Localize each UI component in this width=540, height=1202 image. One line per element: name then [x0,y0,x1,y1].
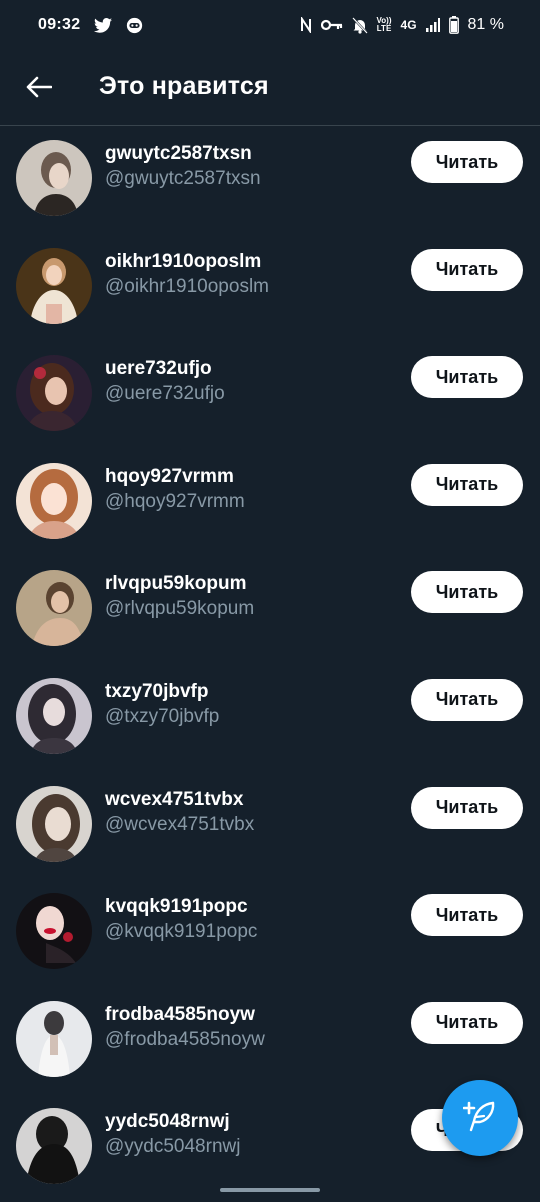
follow-button[interactable]: Читать [411,248,523,291]
user-handle: @uere732ufjo [105,383,225,405]
user-row[interactable]: rlvqpu59kopum @rlvqpu59kopum Читать [0,556,540,664]
user-handle: @kvqqk9191popc [105,921,258,943]
follow-button[interactable]: Читать [411,894,523,937]
follow-button[interactable]: Читать [411,571,523,614]
avatar[interactable] [16,1000,92,1077]
bell-off-icon [351,16,368,34]
avatar[interactable] [16,893,92,970]
display-name: hqoy927vrmm [105,465,234,487]
avatar[interactable] [16,247,92,324]
user-handle: @yydc5048rnwj [105,1136,241,1158]
arrow-left-icon [26,76,53,103]
display-name: kvqqk9191popc [105,896,248,918]
avatar[interactable] [16,462,92,539]
battery-percent: 81 % [467,16,504,33]
user-row[interactable]: frodba4585noyw @frodba4585noyw Читать [0,987,540,1095]
follow-button[interactable]: Читать [411,1001,523,1044]
compose-feather-icon [462,1099,497,1138]
liked-by-list: gwuytc2587txsn @gwuytc2587txsn Читать oi… [0,126,540,1202]
follow-button[interactable]: Читать [411,463,523,506]
user-handle: @hqoy927vrmm [105,490,245,512]
status-time: 09:32 [38,16,81,33]
network-type: 4G [400,18,417,32]
user-row[interactable]: txzy70jbvfp @txzy70jbvfp Читать [0,664,540,772]
avatar[interactable] [16,785,92,862]
gesture-nav-handle[interactable] [220,1188,320,1192]
user-handle: @rlvqpu59kopum [105,598,255,620]
avatar[interactable] [16,570,92,647]
avatar[interactable] [16,140,92,216]
display-name: wcvex4751tvbx [105,788,244,810]
user-row[interactable]: hqoy927vrmm @hqoy927vrmm Читать [0,449,540,557]
user-row[interactable]: uere732ufjo @uere732ufjo Читать [0,341,540,449]
compose-tweet-button[interactable] [442,1080,518,1156]
display-name: gwuytc2587txsn [105,143,252,164]
avatar[interactable] [16,355,92,432]
page-title: Это нравится [99,72,269,100]
display-name: frodba4585noyw [105,1003,255,1025]
user-handle: @oikhr1910oposlm [105,275,269,297]
user-row[interactable]: wcvex4751tvbx @wcvex4751tvbx Читать [0,772,540,880]
volte-bottom: LTE [376,24,392,33]
bot-app-icon [126,17,143,34]
follow-button[interactable]: Читать [411,678,523,721]
status-bar: 09:32 Vo)) LTE 4G 81 % [0,0,540,50]
user-handle: @frodba4585noyw [105,1028,265,1050]
user-handle: @gwuytc2587txsn [105,168,261,189]
avatar[interactable] [16,677,92,754]
user-row[interactable]: gwuytc2587txsn @gwuytc2587txsn Читать [0,126,540,234]
nfc-icon [300,17,312,33]
follow-button[interactable]: Читать [411,356,523,399]
display-name: oikhr1910oposlm [105,250,262,272]
display-name: rlvqpu59kopum [105,573,247,595]
signal-icon [425,18,440,32]
battery-icon [448,16,459,34]
back-button[interactable] [24,74,54,104]
user-row[interactable]: kvqqk9191popc @kvqqk9191popc Читать [0,879,540,987]
display-name: txzy70jbvfp [105,680,209,702]
volte-indicator: Vo)) LTE [377,17,392,33]
user-handle: @txzy70jbvfp [105,705,220,727]
user-row[interactable]: oikhr1910oposlm @oikhr1910oposlm Читать [0,234,540,342]
display-name: yydc5048rnwj [105,1111,230,1133]
twitter-icon [94,17,113,33]
key-icon [320,19,343,31]
user-handle: @wcvex4751tvbx [105,813,255,835]
display-name: uere732ufjo [105,358,212,380]
avatar[interactable] [16,1108,92,1185]
follow-button[interactable]: Читать [411,141,523,183]
app-header: Это нравится [0,50,540,126]
follow-button[interactable]: Читать [411,786,523,829]
